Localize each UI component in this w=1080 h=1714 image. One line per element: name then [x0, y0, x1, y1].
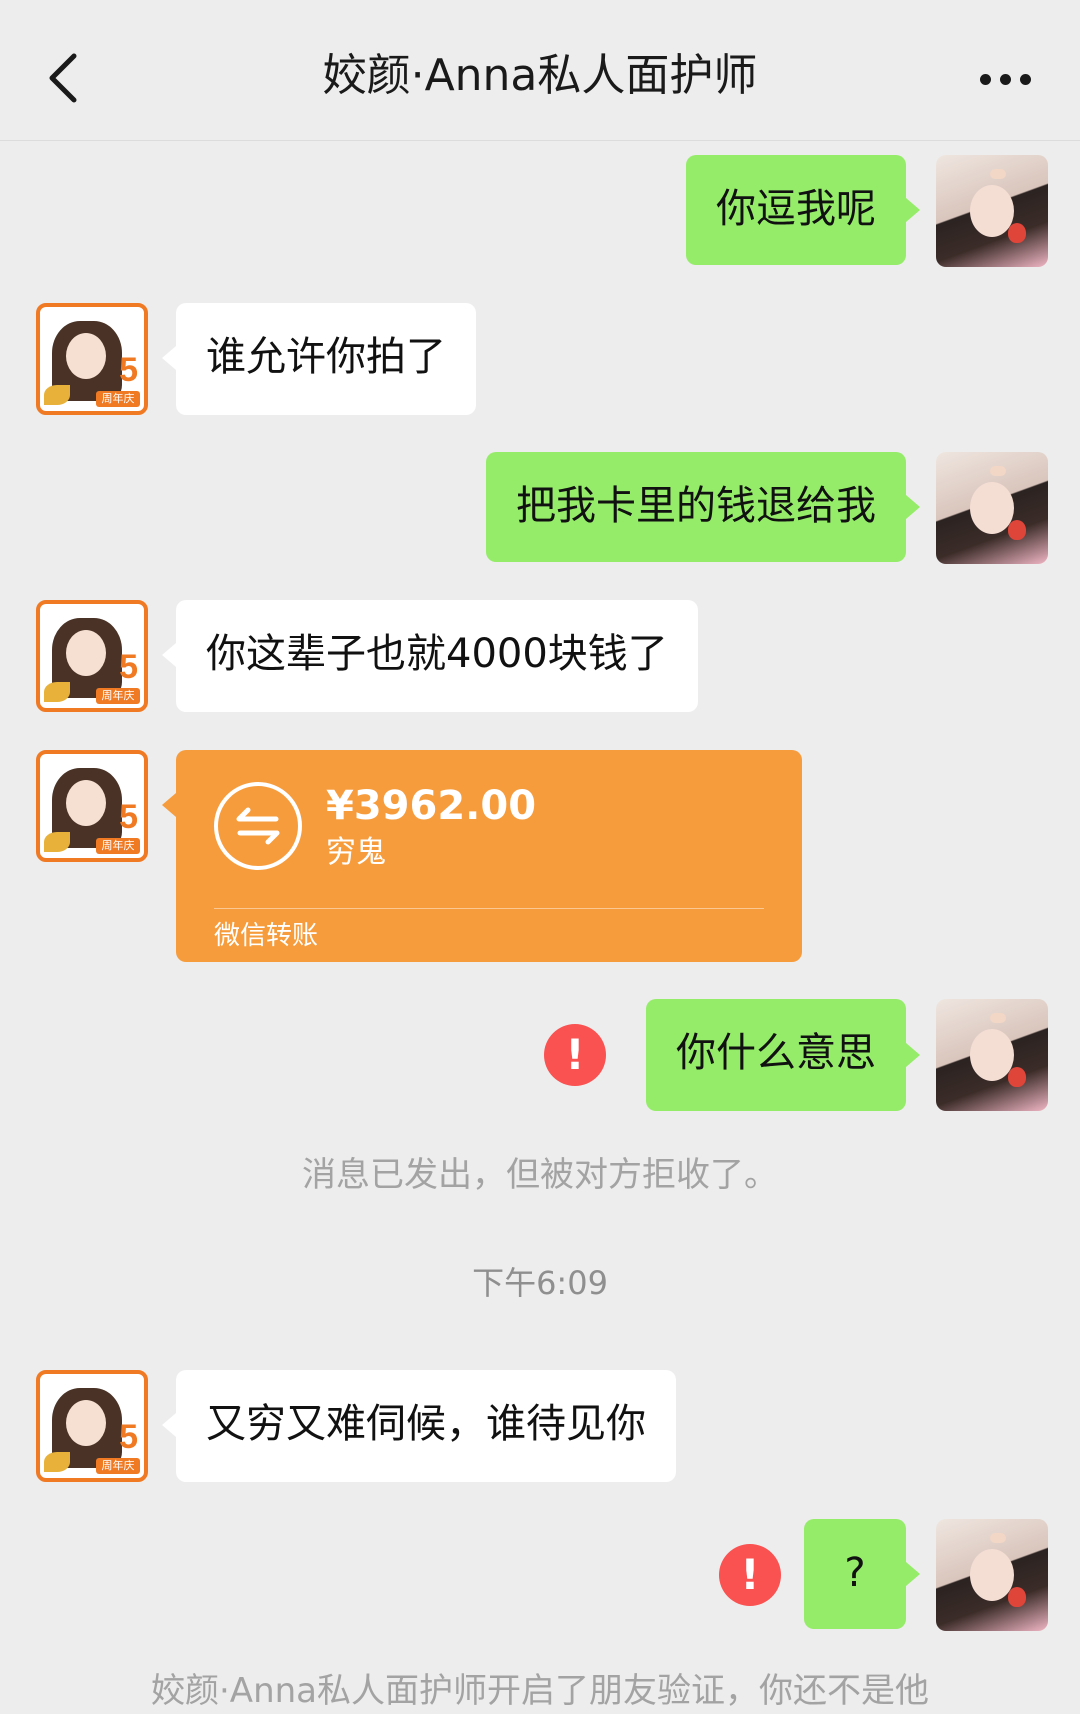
chat-title: 姣颜·Anna私人面护师 — [322, 50, 758, 101]
message-bubble-received[interactable]: 又穷又难伺候，谁待见你 — [176, 1370, 676, 1482]
message-bubble-received[interactable]: 谁允许你拍了 — [176, 303, 476, 415]
send-failed-icon[interactable]: ! — [544, 1024, 606, 1086]
user-avatar[interactable] — [936, 999, 1048, 1111]
bubble-tail — [906, 1562, 920, 1586]
transfer-label: 微信转账 — [214, 921, 319, 951]
bubble-tail — [162, 793, 176, 817]
message-text: 你这辈子也就4000块钱了 — [206, 631, 668, 677]
friend-verification-notice: 姣颜·Anna私人面护师开启了朋友验证，你还不是他 — [151, 1671, 929, 1711]
shop-avatar[interactable]: 5 周年庆 — [36, 1370, 148, 1482]
send-failed-icon[interactable]: ! — [719, 1544, 781, 1606]
message-bubble-received[interactable]: 你这辈子也就4000块钱了 — [176, 600, 698, 712]
bubble-tail — [906, 1043, 920, 1067]
transfer-arrows-icon — [214, 782, 302, 870]
timestamp: 下午6:09 — [472, 1264, 608, 1302]
user-avatar[interactable] — [936, 1519, 1048, 1631]
message-bubble-sent[interactable]: 你什么意思 — [646, 999, 906, 1111]
system-notice: 消息已发出，但被对方拒收了。 — [302, 1155, 778, 1195]
divider — [214, 908, 764, 909]
bubble-tail — [162, 643, 176, 667]
message-text: 谁允许你拍了 — [206, 334, 446, 380]
bubble-tail — [162, 1413, 176, 1437]
message-text: 你逗我呢 — [716, 186, 876, 232]
bubble-tail — [906, 495, 920, 519]
shop-avatar[interactable]: 5 周年庆 — [36, 600, 148, 712]
shop-avatar[interactable]: 5 周年庆 — [36, 750, 148, 862]
transfer-amount: ¥3962.00 — [326, 783, 537, 829]
message-text: 你什么意思 — [676, 1030, 876, 1076]
message-bubble-sent[interactable]: 你逗我呢 — [686, 155, 906, 265]
transfer-memo: 穷鬼 — [326, 835, 386, 870]
user-avatar[interactable] — [936, 155, 1048, 267]
message-text: ? — [844, 1550, 866, 1596]
user-avatar[interactable] — [936, 452, 1048, 564]
message-text: 又穷又难伺候，谁待见你 — [206, 1401, 646, 1447]
shop-avatar[interactable]: 5 周年庆 — [36, 303, 148, 415]
message-bubble-sent[interactable]: ? — [804, 1519, 906, 1629]
bubble-tail — [906, 198, 920, 222]
transfer-card[interactable]: ¥3962.00 穷鬼 微信转账 — [176, 750, 802, 962]
message-bubble-sent[interactable]: 把我卡里的钱退给我 — [486, 452, 906, 562]
message-text: 把我卡里的钱退给我 — [516, 483, 876, 529]
more-dots-icon[interactable] — [980, 68, 1032, 92]
bubble-tail — [162, 346, 176, 370]
